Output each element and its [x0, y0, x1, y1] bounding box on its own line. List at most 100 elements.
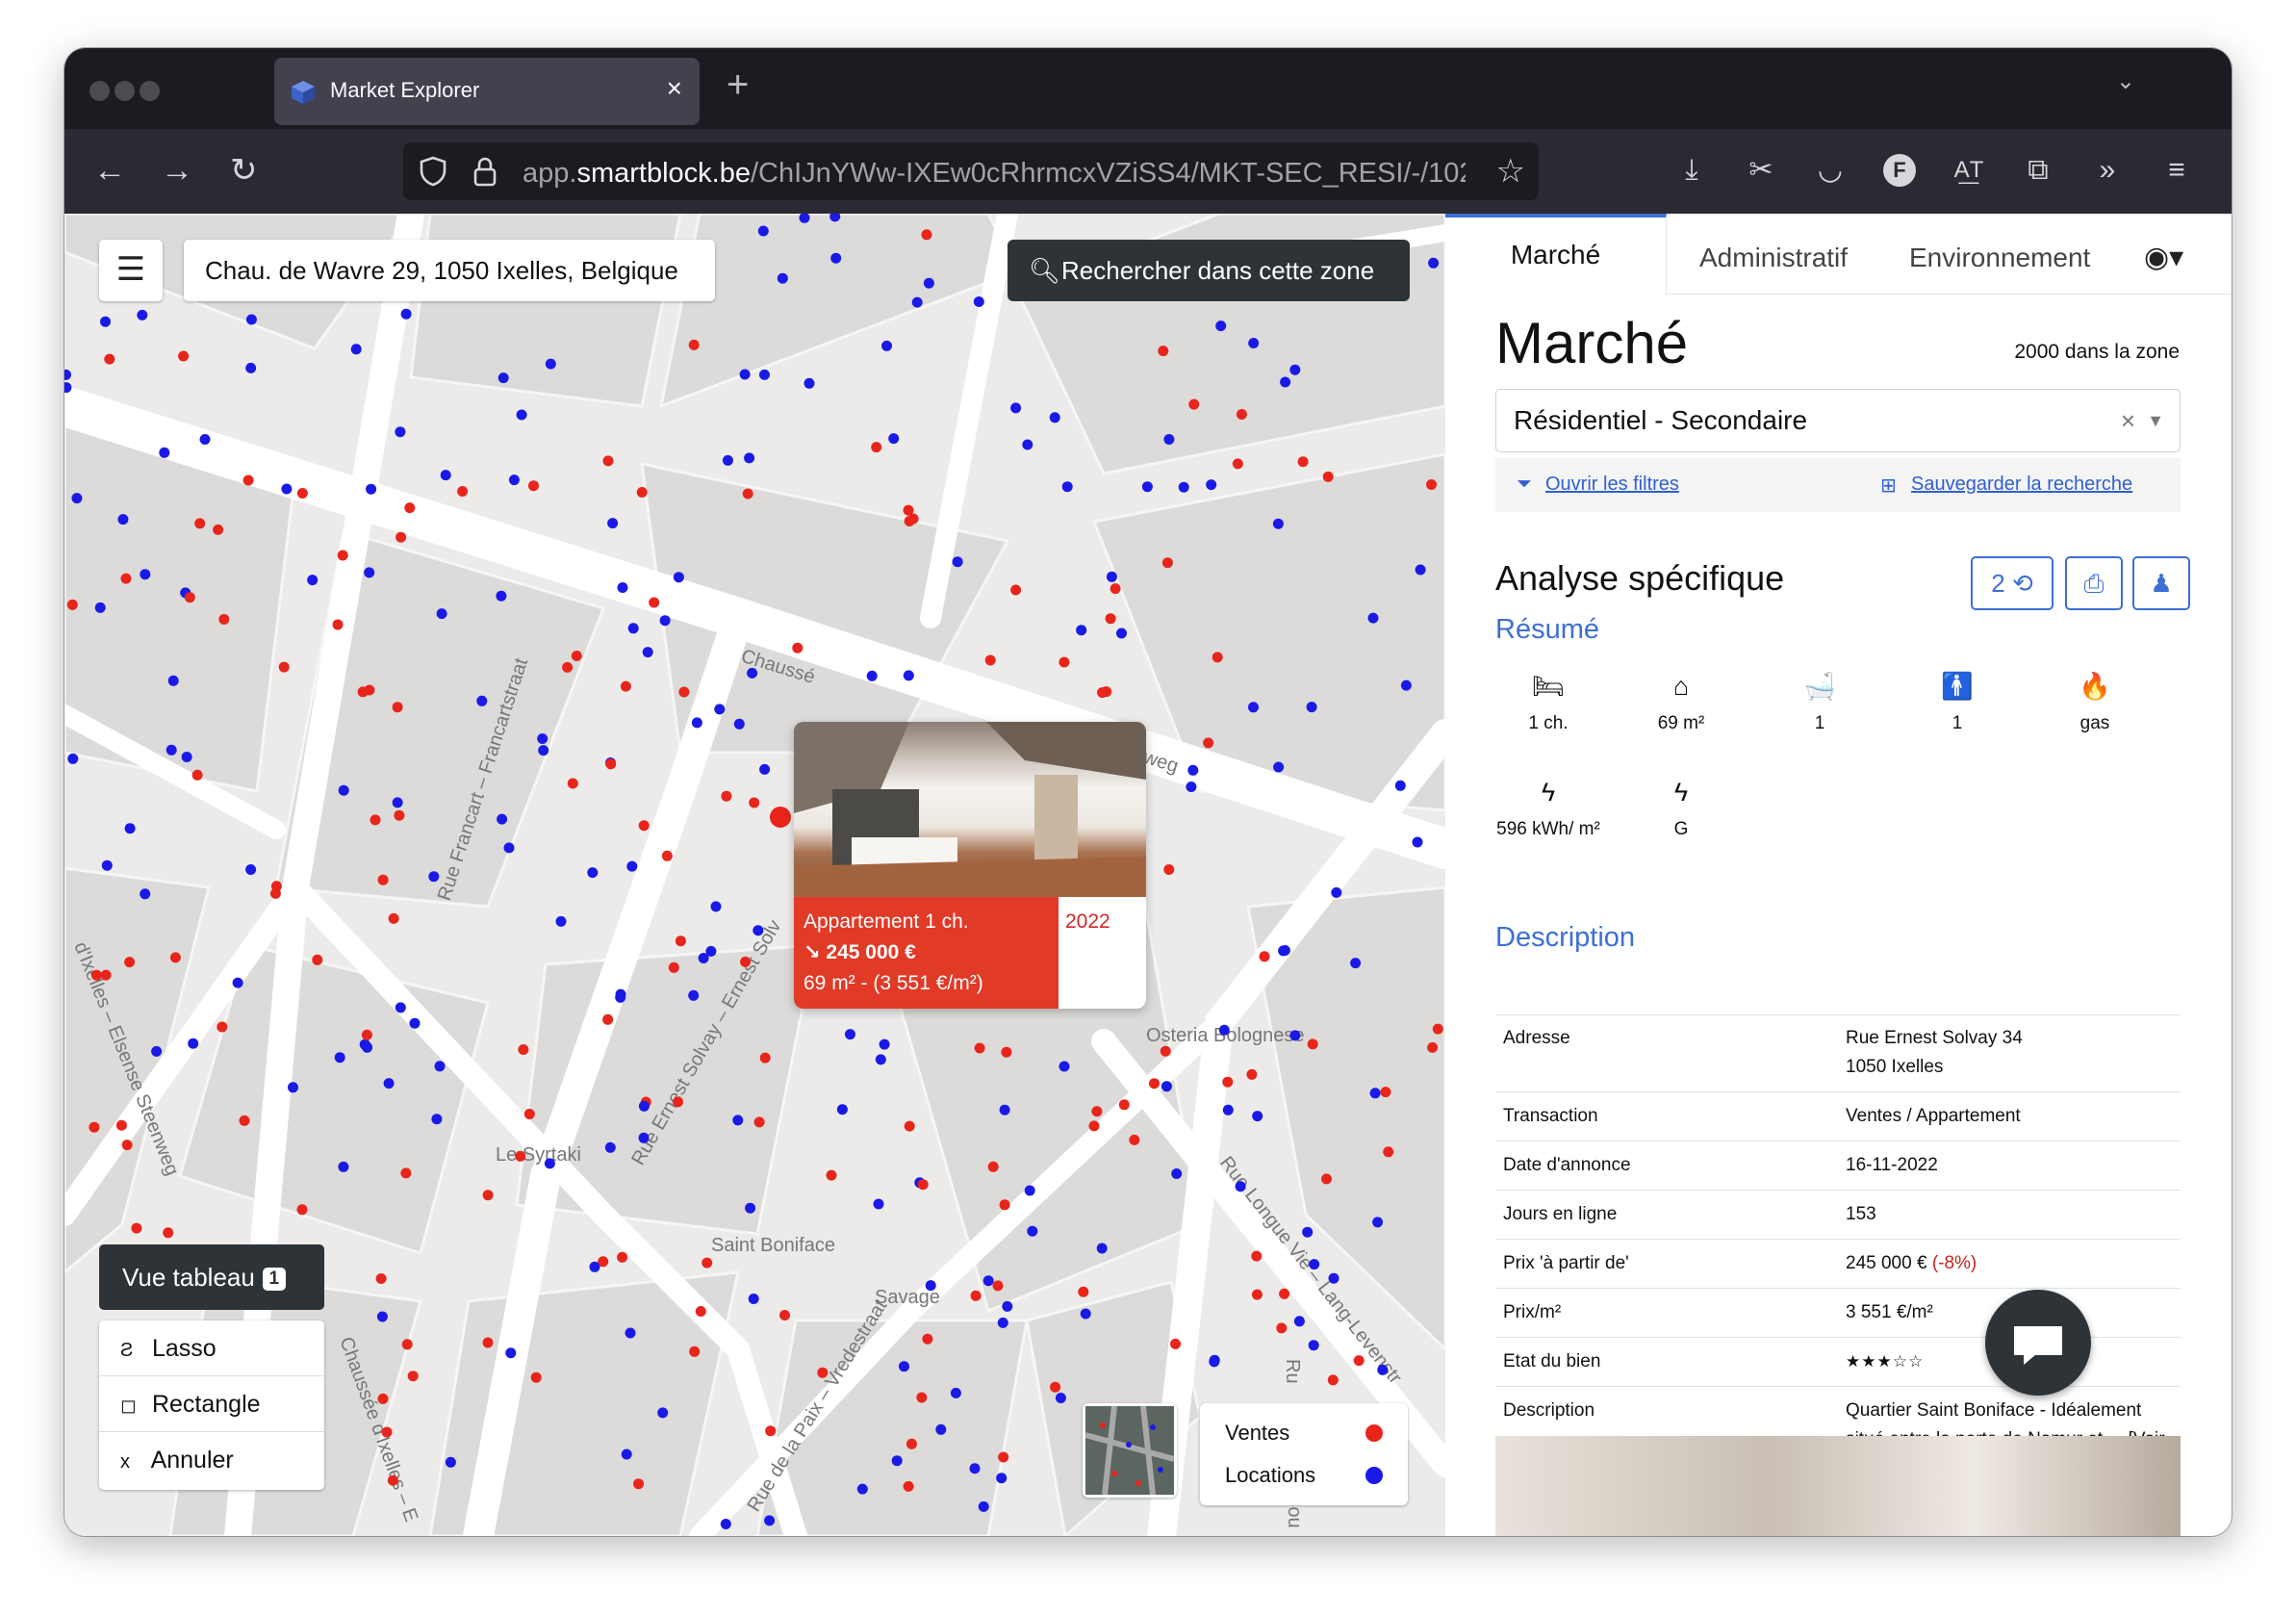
- listing-marker[interactable]: [338, 784, 349, 796]
- listing-marker[interactable]: [984, 654, 996, 666]
- tab-environnement[interactable]: Environnement: [1909, 229, 2090, 287]
- listing-marker[interactable]: [1106, 571, 1117, 582]
- listing-marker[interactable]: [1353, 1355, 1365, 1367]
- listing-marker[interactable]: [131, 1222, 142, 1234]
- listing-marker[interactable]: [567, 778, 578, 789]
- listing-marker[interactable]: [1400, 679, 1412, 691]
- listing-marker[interactable]: [589, 1261, 600, 1272]
- listing-marker[interactable]: [906, 1438, 917, 1449]
- listing-marker[interactable]: [395, 426, 406, 438]
- listing-marker[interactable]: [482, 1190, 494, 1201]
- address-search-field[interactable]: Chau. de Wavre 29, 1050 Ixelles, Belgiqu…: [184, 240, 715, 301]
- listing-marker[interactable]: [625, 1327, 636, 1339]
- listing-marker[interactable]: [332, 619, 344, 630]
- listing-marker[interactable]: [505, 1347, 517, 1359]
- listing-marker[interactable]: [978, 1500, 989, 1512]
- listing-marker[interactable]: [923, 277, 934, 289]
- listing-marker[interactable]: [714, 704, 726, 715]
- reload-icon[interactable]: ↻: [230, 148, 258, 192]
- listing-marker[interactable]: [400, 1167, 412, 1179]
- listing-marker[interactable]: [1369, 1088, 1381, 1099]
- listing-marker[interactable]: [1251, 1250, 1263, 1262]
- listing-marker[interactable]: [167, 675, 179, 686]
- listing-marker[interactable]: [1276, 1322, 1288, 1334]
- listing-marker[interactable]: [673, 1096, 683, 1108]
- open-filters-link[interactable]: Ouvrir les filtres: [1545, 474, 1679, 496]
- listing-marker[interactable]: [903, 670, 914, 681]
- listing-marker[interactable]: [826, 1169, 837, 1181]
- listing-marker[interactable]: [482, 1337, 494, 1348]
- listing-marker[interactable]: [1248, 702, 1259, 713]
- listing-marker[interactable]: [66, 599, 78, 610]
- listing-marker[interactable]: [753, 1116, 765, 1128]
- listing-marker[interactable]: [626, 860, 638, 872]
- listing-marker[interactable]: [1331, 886, 1342, 898]
- minimize-window-button[interactable]: [115, 81, 135, 101]
- listing-marker[interactable]: [921, 229, 932, 241]
- listing-marker[interactable]: [428, 871, 440, 883]
- listing-marker[interactable]: [1328, 1272, 1339, 1284]
- listing-marker[interactable]: [1096, 1243, 1108, 1254]
- street-view-button[interactable]: ♟: [2132, 556, 2190, 610]
- listing-marker[interactable]: [695, 1306, 706, 1317]
- pocket-icon[interactable]: ◡: [1814, 154, 1847, 187]
- listing-marker[interactable]: [544, 1158, 555, 1169]
- listing-marker[interactable]: [100, 316, 111, 327]
- listing-marker[interactable]: [759, 369, 770, 380]
- listing-marker[interactable]: [1279, 1288, 1290, 1299]
- listing-marker[interactable]: [1293, 1316, 1305, 1327]
- listing-marker[interactable]: [67, 753, 79, 764]
- listing-marker[interactable]: [747, 667, 758, 679]
- listing-marker[interactable]: [999, 1199, 1010, 1211]
- listing-marker[interactable]: [140, 569, 151, 580]
- listing-marker[interactable]: [537, 733, 548, 744]
- listing-marker[interactable]: [1222, 1076, 1234, 1088]
- listing-marker[interactable]: [891, 1455, 903, 1467]
- listing-marker[interactable]: [668, 961, 679, 973]
- listing-marker[interactable]: [1001, 1046, 1012, 1058]
- listing-marker[interactable]: [925, 1280, 936, 1292]
- listing-marker[interactable]: [987, 1161, 999, 1172]
- listing-marker[interactable]: [1246, 1068, 1258, 1080]
- listing-marker[interactable]: [1024, 1185, 1035, 1196]
- listing-gallery-image[interactable]: [1495, 1436, 2181, 1536]
- listing-marker[interactable]: [1022, 439, 1033, 450]
- listing-marker[interactable]: [1273, 761, 1285, 773]
- listing-marker[interactable]: [213, 524, 224, 535]
- listing-marker[interactable]: [1251, 1289, 1263, 1300]
- listing-marker[interactable]: [359, 1038, 370, 1050]
- close-tab-icon[interactable]: ×: [667, 73, 682, 104]
- listing-marker[interactable]: [100, 969, 112, 981]
- listing-marker[interactable]: [922, 1333, 933, 1345]
- listing-marker[interactable]: [602, 1013, 614, 1025]
- listing-marker[interactable]: [879, 1038, 890, 1050]
- listing-marker[interactable]: [732, 1115, 744, 1126]
- listing-marker[interactable]: [338, 1161, 349, 1172]
- listing-marker[interactable]: [217, 1021, 228, 1033]
- listing-marker[interactable]: [1105, 613, 1116, 625]
- listing-marker[interactable]: [657, 1407, 669, 1419]
- listing-marker[interactable]: [191, 769, 203, 781]
- listing-marker[interactable]: [218, 614, 230, 625]
- listing-marker[interactable]: [1097, 687, 1108, 699]
- listing-marker[interactable]: [1163, 434, 1175, 445]
- listing-marker[interactable]: [856, 1483, 868, 1495]
- listing-marker[interactable]: [436, 608, 447, 620]
- listing-marker[interactable]: [836, 1104, 848, 1115]
- listing-marker[interactable]: [917, 1179, 929, 1191]
- listing-marker[interactable]: [1160, 1045, 1171, 1057]
- listing-marker[interactable]: [759, 1052, 771, 1064]
- listing-marker[interactable]: [361, 1029, 372, 1040]
- listing-marker[interactable]: [1367, 612, 1379, 624]
- listing-marker[interactable]: [974, 1042, 985, 1054]
- listing-marker[interactable]: [759, 763, 771, 775]
- listing-marker[interactable]: [602, 455, 614, 467]
- listing-marker[interactable]: [739, 369, 751, 380]
- listing-marker[interactable]: [151, 1045, 163, 1057]
- listing-marker[interactable]: [688, 989, 700, 1001]
- filter-funnel-icon[interactable]: ⏷: [1517, 474, 1532, 496]
- listing-marker[interactable]: [245, 362, 257, 373]
- user-account-icon[interactable]: ◉▾: [2144, 229, 2183, 287]
- listing-marker[interactable]: [689, 1346, 701, 1357]
- listing-marker[interactable]: [1252, 1111, 1263, 1122]
